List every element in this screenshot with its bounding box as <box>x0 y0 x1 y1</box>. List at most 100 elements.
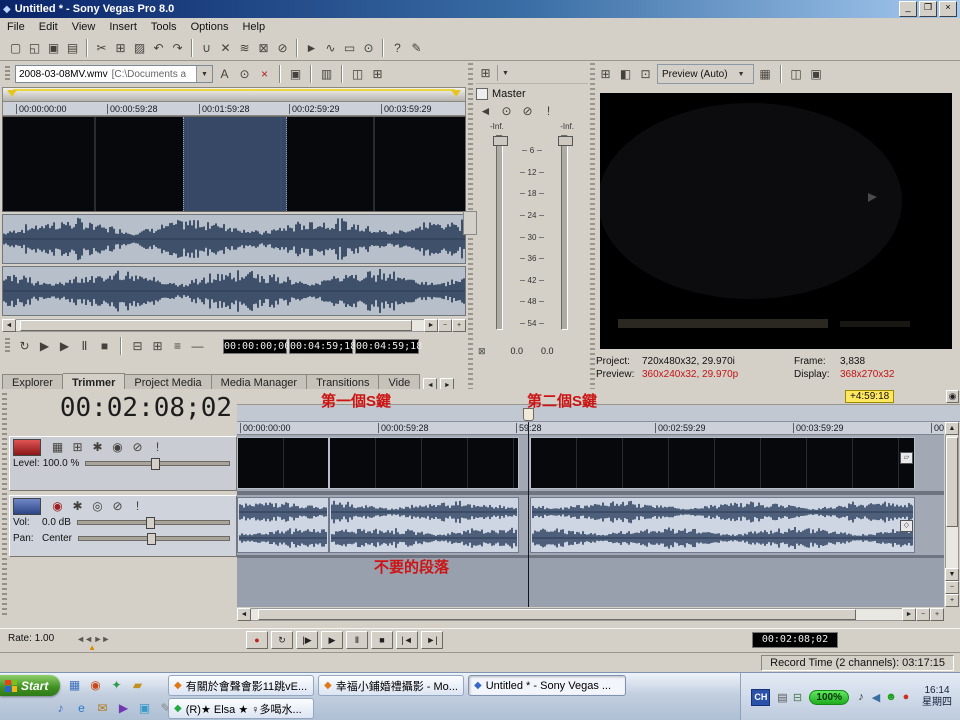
trimmer-scrollbar[interactable]: ◄ ► − + <box>2 318 466 332</box>
ripple-edit-icon[interactable]: ≋ <box>235 38 254 57</box>
media-player-icon[interactable]: ◉ <box>87 677 104 694</box>
scroll-track[interactable] <box>945 435 959 568</box>
zoom-out-icon[interactable]: − <box>438 319 452 332</box>
video-track-header[interactable]: ▦⊞✱◉⊘! Level: 100.0 % <box>9 436 237 491</box>
save-icon[interactable]: ▣ <box>44 38 63 57</box>
save-markers-icon[interactable]: ▣ <box>286 65 305 84</box>
timeline-empty-area[interactable] <box>237 558 944 607</box>
video-clip-3[interactable]: ▱ <box>530 437 915 489</box>
alert-tray-icon[interactable]: ● <box>899 691 913 703</box>
transfer-selection-icon[interactable]: ≡ <box>168 337 187 356</box>
restore-button[interactable]: ❐ <box>919 1 937 17</box>
video-track-lane[interactable]: ▱ <box>237 435 944 491</box>
go-to-start-button[interactable]: |◄ <box>396 631 418 649</box>
messenger-icon[interactable]: ✦ <box>108 677 125 694</box>
time-zoom-in-icon[interactable]: + <box>930 608 944 621</box>
panel-splitter[interactable] <box>590 63 595 389</box>
lock-fader-icon[interactable]: ⊠ <box>478 346 486 357</box>
master-fader-right[interactable] <box>561 135 568 330</box>
splitter-grip[interactable] <box>463 211 477 235</box>
internet-explorer-icon[interactable]: e <box>73 700 90 717</box>
select-left-half-icon[interactable]: ⊟ <box>128 337 147 356</box>
show-desktop-icon[interactable]: ▦ <box>66 677 83 694</box>
close-button[interactable]: × <box>939 1 957 17</box>
audio-track-header[interactable]: ◉✱◎⊘! Vol: 0.0 dB Pan: Center <box>9 495 237 557</box>
ignore-grouping-icon[interactable]: ⊘ <box>273 38 292 57</box>
redo-icon[interactable]: ↷ <box>168 38 187 57</box>
overview-end-marker-icon[interactable] <box>451 90 461 102</box>
scroll-track[interactable] <box>251 608 902 621</box>
play-from-start-button[interactable]: |▶ <box>296 631 318 649</box>
fader-handle[interactable] <box>558 136 573 146</box>
video-clip-1[interactable] <box>237 437 329 489</box>
whats-this-help-icon[interactable]: ✎ <box>407 38 426 57</box>
solo-icon[interactable]: ! <box>128 497 147 516</box>
audio-clip-2[interactable] <box>329 497 519 553</box>
pan-slider[interactable] <box>78 536 230 541</box>
play-button[interactable]: ▶ <box>321 631 343 649</box>
volume-slider[interactable] <box>77 520 230 525</box>
title-bar[interactable]: ◆ Untitled * - Sony Vegas Pro 8.0 _ ❐ × <box>0 0 960 18</box>
mute-icon[interactable]: ⊘ <box>128 438 147 457</box>
go-to-end-button[interactable]: ►| <box>421 631 443 649</box>
battery-indicator[interactable]: 100% <box>809 690 849 705</box>
track-zoom-in-icon[interactable]: + <box>945 594 959 607</box>
chevron-down-icon[interactable]: ▼ <box>497 65 513 81</box>
audio-clip-3[interactable]: ◇ <box>530 497 915 553</box>
sync-cursor-icon[interactable]: ↻ <box>15 337 34 356</box>
new-project-icon[interactable]: ▢ <box>6 38 25 57</box>
undo-icon[interactable]: ↶ <box>149 38 168 57</box>
scroll-up-icon[interactable]: ▲ <box>945 422 959 435</box>
event-fx-icon[interactable]: ◇ <box>900 520 913 532</box>
scroll-right-icon[interactable]: ► <box>902 608 916 621</box>
zoom-in-icon[interactable]: + <box>452 319 466 332</box>
snapping-icon[interactable]: ∪ <box>197 38 216 57</box>
slider-handle[interactable] <box>147 533 156 545</box>
save-snapshot-icon[interactable]: ▣ <box>807 65 826 84</box>
hidden-icons-chevron[interactable]: ◀ <box>869 691 883 704</box>
scroll-track[interactable] <box>16 319 424 332</box>
menu-help[interactable]: Help <box>235 20 272 34</box>
drag-handle[interactable] <box>2 393 7 618</box>
project-video-properties-icon[interactable]: ⊞ <box>596 65 615 84</box>
zoom-edit-tool-icon[interactable]: ⊙ <box>359 38 378 57</box>
volume-muted-icon[interactable]: ♪ <box>854 691 868 703</box>
trimmer-overview-bar[interactable] <box>2 87 466 102</box>
lock-envelopes-icon[interactable]: ⊠ <box>254 38 273 57</box>
scroll-left-icon[interactable]: ◄ <box>2 319 16 332</box>
scroll-left-icon[interactable]: ◄ <box>237 608 251 621</box>
mail-icon[interactable]: ✉ <box>94 700 111 717</box>
taskbar-task-button[interactable]: ◆有關於會聲會影11跳vE... <box>168 675 314 696</box>
select-right-half-icon[interactable]: ⊞ <box>148 337 167 356</box>
photo-icon[interactable]: ▣ <box>136 700 153 717</box>
loop-playback-button[interactable]: ↻ <box>271 631 293 649</box>
automation-settings-icon[interactable]: ◎ <box>88 497 107 516</box>
fader-handle[interactable] <box>493 136 508 146</box>
play-from-start-icon[interactable]: ▶ <box>35 337 54 356</box>
menu-edit[interactable]: Edit <box>32 20 65 34</box>
master-views-icon[interactable]: ⊞ <box>476 64 495 83</box>
taskbar-task-button[interactable]: ◆(R)★ Elsa ★ ♀多喝水... <box>168 698 314 719</box>
trimmer-video-track[interactable] <box>2 116 466 212</box>
track-fx-icon[interactable]: ✱ <box>88 438 107 457</box>
mute-icon[interactable]: ⊘ <box>108 497 127 516</box>
track-motion-icon[interactable]: ⊞ <box>68 438 87 457</box>
volume-icon[interactable]: ♪ <box>52 700 69 717</box>
trimmer-selection-region[interactable] <box>183 117 287 211</box>
timeline-ruler[interactable]: 00:00:00:0000:00:59:2859:2800:02:59:2900… <box>237 422 944 435</box>
overview-start-marker-icon[interactable] <box>7 90 17 102</box>
copy-icon[interactable]: ⊞ <box>111 38 130 57</box>
auto-crossfade-icon[interactable]: ✕ <box>216 38 235 57</box>
cursor-timecode-display[interactable]: 00:02:08;02 <box>36 393 232 423</box>
paste-icon[interactable]: ▨ <box>130 38 149 57</box>
automation-settings-icon[interactable]: ◉ <box>108 438 127 457</box>
ime-language-indicator[interactable]: CH <box>751 689 770 706</box>
fit-to-window-icon[interactable]: ⊞ <box>368 65 387 84</box>
audio-track-lane[interactable]: ◇ <box>237 495 944 555</box>
media-icon[interactable]: ▶ <box>115 700 132 717</box>
search-media-icon[interactable]: ⊙ <box>235 65 254 84</box>
audio-clip-1[interactable] <box>237 497 329 553</box>
trimmer-media-combo[interactable]: 2008-03-08MV.wmv [C:\Documents a ▼ <box>15 65 213 83</box>
dim-output-icon[interactable]: ⊙ <box>497 102 516 121</box>
sort-media-icon[interactable]: A <box>215 65 234 84</box>
